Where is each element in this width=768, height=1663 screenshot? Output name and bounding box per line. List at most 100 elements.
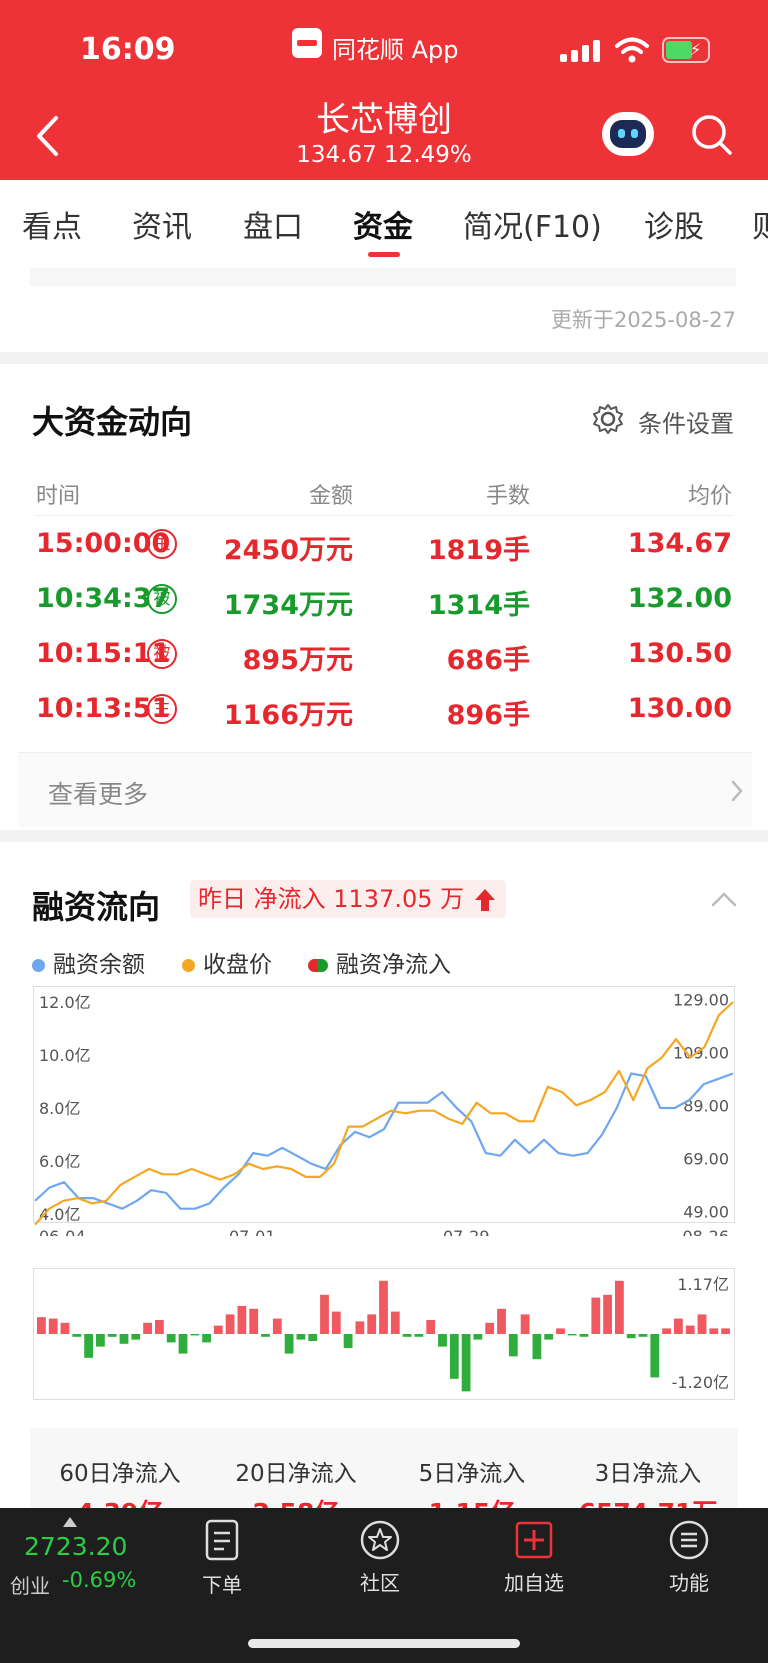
stat-5d-label: 5日净流入 (418, 1461, 526, 1487)
menu-icon (669, 1520, 709, 1560)
big-money-title: 大资金动向 (32, 403, 193, 441)
row-lots: 1314手 (427, 590, 530, 621)
net-inflow-bar (284, 1334, 294, 1354)
nav-community[interactable]: 社区 (325, 1518, 435, 1596)
see-more-row[interactable]: 查看更多 (18, 753, 752, 827)
index-name[interactable]: 创业 (10, 1570, 50, 1599)
table-header-divider (36, 515, 732, 516)
x-tick-label: 08-26 (683, 1227, 730, 1236)
net-inflow-bar (131, 1334, 141, 1340)
net-inflow-bar (72, 1334, 82, 1337)
status-time: 16:09 (80, 32, 176, 67)
robot-assistant-icon[interactable] (602, 112, 654, 156)
tab-more[interactable]: 则 (752, 202, 768, 246)
row-lots: 686手 (446, 645, 530, 676)
net-inflow-bar (532, 1334, 542, 1360)
row-amount: 895万元 (242, 645, 353, 676)
net-inflow-bar (143, 1322, 152, 1334)
net-inflow-bar (190, 1334, 200, 1336)
net-inflow-bar (390, 1311, 400, 1334)
net-inflow-bar (119, 1334, 129, 1344)
tab-profile-f10[interactable]: 简况(F10) (463, 202, 602, 246)
row-tag-badge: 主 (147, 694, 177, 724)
order-document-icon (205, 1519, 239, 1561)
net-inflow-bar (367, 1314, 377, 1334)
net-inflow-bar (650, 1334, 660, 1378)
y-right-tick-label: 129.00 (673, 990, 729, 1009)
net-inflow-bar (591, 1297, 601, 1334)
legend-dot-icon (32, 959, 45, 972)
col-amount: 金额 (308, 484, 353, 509)
app-header: 16:09 同花顺 App ⚡ 长芯博创 134.67 12.49% (0, 0, 768, 180)
battery-icon: ⚡ (662, 37, 710, 63)
index-change[interactable]: -0.69% (62, 1568, 136, 1592)
bottom-nav-bar: 2723.20 创业 -0.69% 下单 社区 加自选 功能 (0, 1508, 768, 1663)
net-inflow-bar (272, 1318, 282, 1334)
net-inflow-bar (261, 1334, 270, 1337)
net-inflow-badge: 昨日 净流入 1137.05 万 (190, 880, 507, 918)
row-amount: 1734万元 (223, 590, 353, 621)
row-avg-price: 134.67 (627, 528, 732, 559)
tab-bar: 看点 资讯 盘口 资金 简况(F10) 诊股 则 (0, 180, 768, 264)
close-price-line (34, 1001, 734, 1226)
chevron-up-icon[interactable] (710, 890, 738, 908)
nav-functions[interactable]: 功能 (634, 1518, 744, 1596)
search-icon[interactable] (690, 113, 734, 157)
net-inflow-bar (567, 1334, 577, 1336)
tab-highlights[interactable]: 看点 (22, 202, 82, 246)
nav-community-label: 社区 (360, 1571, 400, 1595)
net-inflow-bar (497, 1308, 506, 1334)
row-avg-price: 130.00 (627, 693, 732, 724)
home-indicator (248, 1639, 520, 1648)
tab-news[interactable]: 资讯 (132, 202, 192, 246)
tab-diagnosis[interactable]: 诊股 (644, 202, 704, 246)
legend-dot-icon (182, 959, 195, 972)
net-inflow-bar (155, 1320, 164, 1334)
section-divider (0, 352, 768, 364)
net-inflow-bar (438, 1334, 447, 1347)
index-value[interactable]: 2723.20 (24, 1532, 127, 1561)
x-tick-label: 06-04 (39, 1227, 86, 1236)
gear-icon[interactable] (592, 403, 624, 435)
net-inflow-bar (249, 1308, 259, 1334)
chevron-right-icon (731, 780, 743, 802)
net-inflow-bar (48, 1318, 58, 1334)
net-inflow-bar (662, 1328, 671, 1334)
col-avg-price: 均价 (687, 484, 732, 509)
net-inflow-bar (615, 1280, 624, 1334)
section-divider-2 (0, 830, 768, 842)
net-inflow-bar (225, 1314, 235, 1334)
row-tag-badge: 被 (147, 584, 177, 614)
previous-section-footer (30, 268, 736, 286)
net-inflow-bar (320, 1294, 329, 1334)
settings-label[interactable]: 条件设置 (638, 404, 734, 439)
wifi-icon (615, 37, 649, 63)
net-inflow-bar-chart: 1.17亿 -1.20亿 (33, 1268, 735, 1400)
net-inflow-bar (426, 1320, 436, 1334)
net-inflow-bar (638, 1334, 648, 1337)
bar-axis-max-label: 1.17亿 (677, 1275, 729, 1294)
nav-add-watchlist[interactable]: 加自选 (479, 1518, 589, 1596)
y-left-tick-label: 10.0亿 (39, 1046, 91, 1065)
net-inflow-bar (485, 1322, 495, 1334)
active-tab-indicator (368, 252, 400, 257)
nav-order[interactable]: 下单 (167, 1518, 277, 1598)
stat-20d-label: 20日净流入 (235, 1461, 357, 1487)
net-inflow-bar (379, 1280, 388, 1334)
row-lots: 896手 (446, 700, 530, 731)
tab-funds[interactable]: 资金 (353, 202, 413, 246)
net-inflow-bar (331, 1311, 341, 1334)
net-inflow-bar (178, 1334, 188, 1354)
row-avg-price: 130.50 (627, 638, 732, 669)
y-right-tick-label: 69.00 (683, 1149, 729, 1168)
net-inflow-bar (343, 1334, 353, 1348)
net-inflow-bar (721, 1328, 730, 1334)
margin-line-chart: 12.0亿10.0亿8.0亿6.0亿4.0亿129.00109.0089.006… (33, 986, 735, 1236)
tab-quotes[interactable]: 盘口 (243, 202, 303, 246)
stat-60d-label: 60日净流入 (59, 1461, 181, 1487)
net-inflow-bar (202, 1334, 211, 1343)
nav-add-watchlist-label: 加自选 (504, 1571, 564, 1595)
index-up-marker-icon (63, 1517, 77, 1527)
bar-axis-min-label: -1.20亿 (672, 1373, 729, 1392)
y-right-tick-label: 49.00 (683, 1202, 729, 1221)
